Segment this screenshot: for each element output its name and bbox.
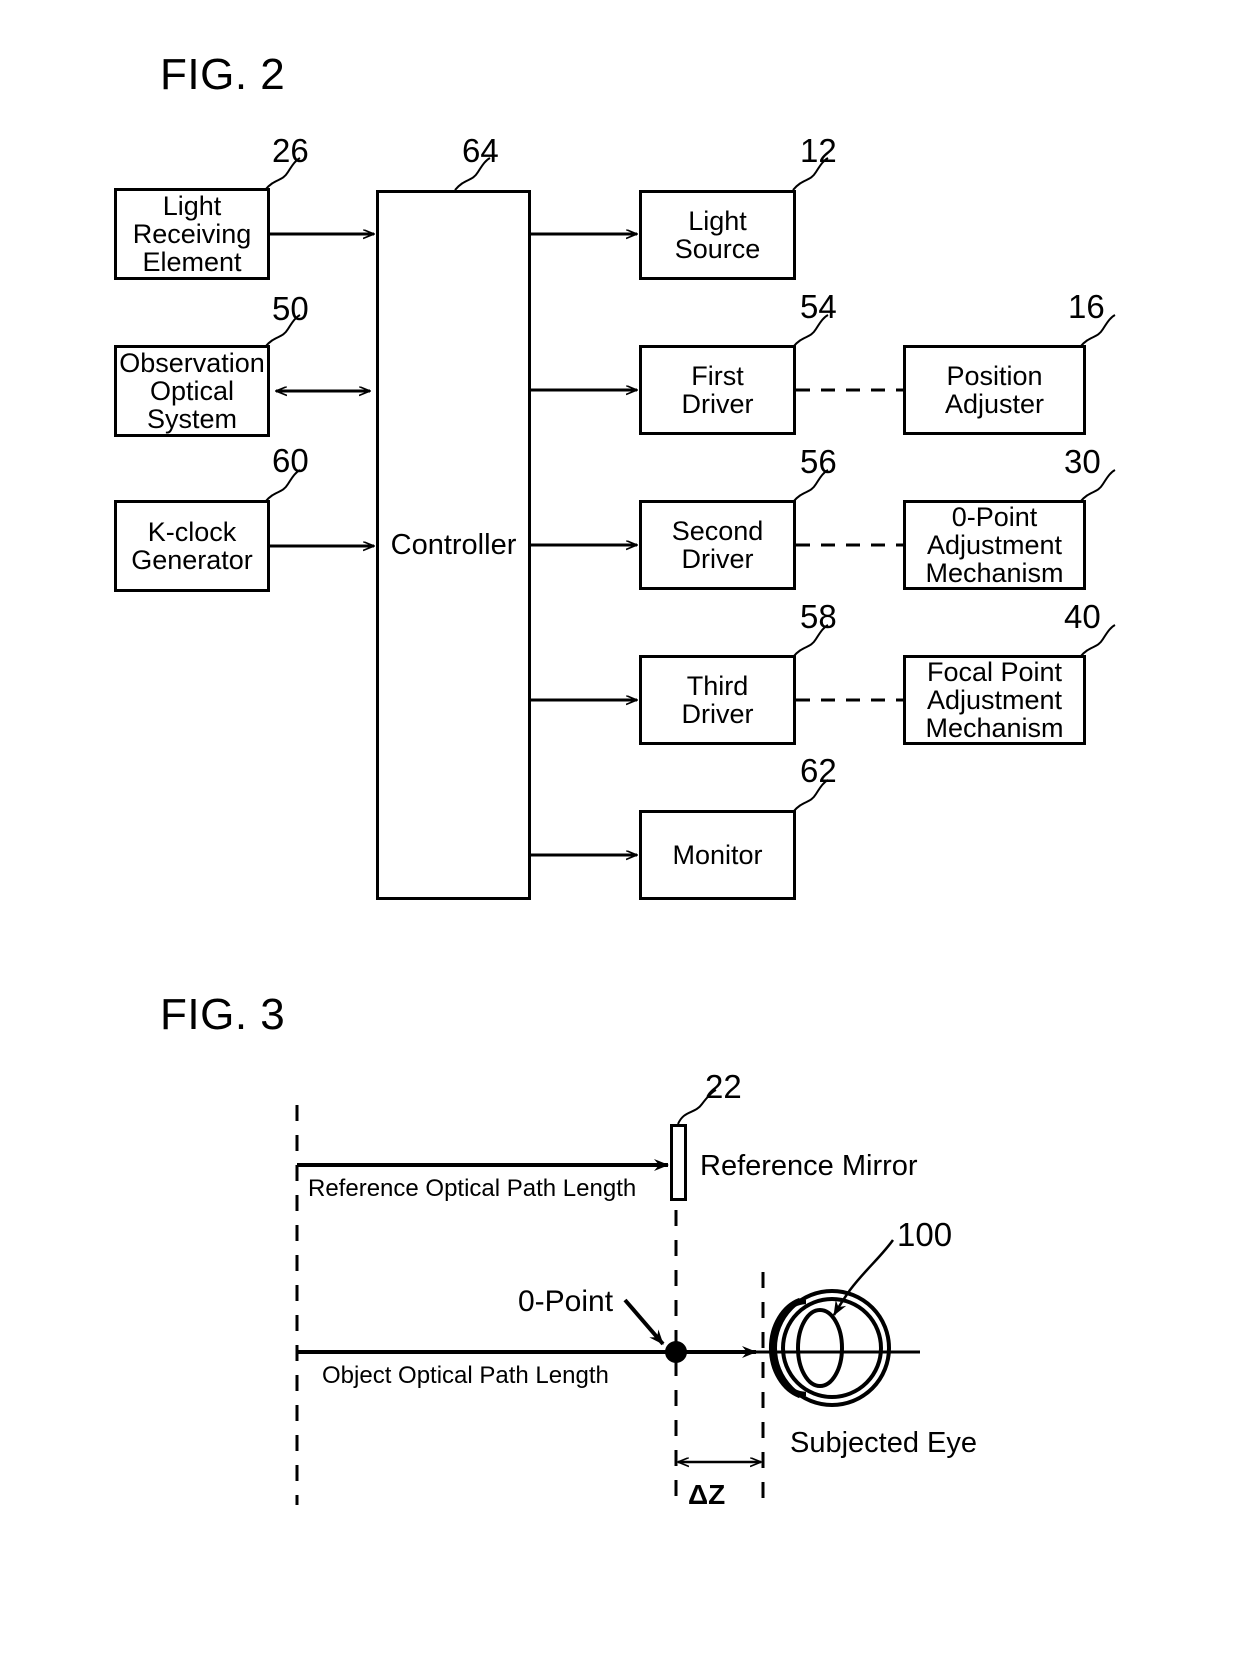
block-k-clock-generator[interactable]: K-clock Generator [114,500,270,592]
block-label: 0-Point Adjustment Mechanism [925,501,1064,589]
block-label: K-clock Generator [131,516,253,575]
block-label: Controller [390,528,517,561]
block-light-source[interactable]: Light Source [639,190,796,280]
ref-numeral-40: 40 [1064,598,1101,635]
ref-numeral-54: 54 [800,288,837,325]
block-first-driver[interactable]: First Driver [639,345,796,435]
ref-numeral-62: 62 [800,752,837,789]
ref-numeral-26: 26 [272,132,309,169]
block-label: Light Source [674,205,761,264]
fig3-title: FIG. 3 [160,990,286,1039]
ref-numeral-60: 60 [272,442,309,479]
fig2-title: FIG. 2 [160,50,286,99]
ref-numeral-50: 50 [272,290,309,327]
block-position-adjuster[interactable]: Position Adjuster [903,345,1086,435]
zero-point-label: 0-Point [518,1285,614,1318]
block-label: Second Driver [671,515,764,574]
ref-numeral-64: 64 [462,132,499,169]
ref-numeral-22: 22 [705,1068,742,1105]
ref-numeral-56: 56 [800,443,837,480]
block-focal-point-adjustment-mechanism[interactable]: Focal Point Adjustment Mechanism [903,655,1086,745]
ref-numeral-30: 30 [1064,443,1101,480]
zero-point-marker [665,1341,687,1363]
subjected-eye-illustration [768,1289,891,1407]
ref-numeral-16: 16 [1068,288,1105,325]
block-controller[interactable]: Controller [376,190,531,900]
reference-mirror-label: Reference Mirror [700,1150,918,1182]
ref-numeral-58: 58 [800,598,837,635]
block-zero-point-adjustment-mechanism[interactable]: 0-Point Adjustment Mechanism [903,500,1086,590]
block-second-driver[interactable]: Second Driver [639,500,796,590]
ref-numeral-12: 12 [800,132,837,169]
block-label: Position Adjuster [944,360,1045,419]
block-label: Focal Point Adjustment Mechanism [925,656,1064,744]
block-label: Third Driver [681,670,754,729]
block-label: First Driver [681,360,754,419]
subjected-eye-label: Subjected Eye [790,1427,978,1459]
block-label: Observation Optical System [119,347,265,435]
block-label: Monitor [672,839,763,870]
block-observation-optical-system[interactable]: Observation Optical System [114,345,270,437]
reference-optical-path-length-label: Reference Optical Path Length [308,1175,637,1202]
object-optical-path-length-label: Object Optical Path Length [322,1362,609,1389]
delta-z-label: ΔZ [688,1479,726,1510]
block-third-driver[interactable]: Third Driver [639,655,796,745]
ref-numeral-100: 100 [897,1216,953,1253]
block-monitor[interactable]: Monitor [639,810,796,900]
block-label: Light Receiving Element [132,190,252,278]
reference-mirror-bar [670,1124,687,1201]
block-light-receiving-element[interactable]: Light Receiving Element [114,188,270,280]
